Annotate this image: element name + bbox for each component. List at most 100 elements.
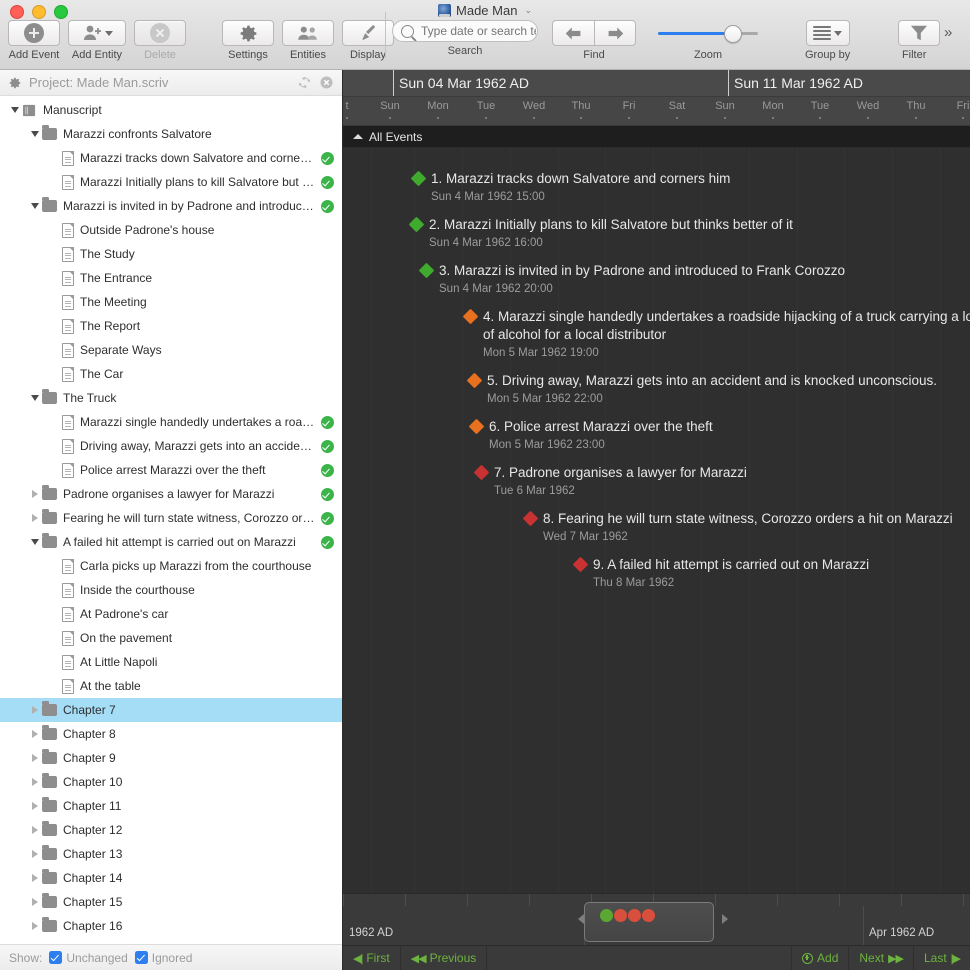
scrubber-right-arrow-icon[interactable] [722,914,728,924]
disclosure-triangle-icon[interactable] [28,203,42,209]
gear-icon[interactable] [8,76,22,90]
search-field[interactable] [392,20,538,42]
timeline-event[interactable]: 1. Marazzi tracks down Salvatore and cor… [410,170,730,205]
last-button[interactable]: Last |▶ [912,945,970,970]
tree-row[interactable]: Chapter 8 [0,722,342,746]
disclosure-triangle-icon[interactable] [28,850,42,858]
project-tree[interactable]: Manuscript Marazzi confronts Salvatore Mar… [0,96,342,946]
title-chevron-down-icon[interactable]: ⌄ [524,5,532,16]
event-diamond-icon[interactable] [466,372,483,389]
timeline-scrubber[interactable]: 1962 AD Mar 1962 AD Apr 1962 AD [343,893,970,945]
tree-row[interactable]: Chapter 10 [0,770,342,794]
tree-row[interactable]: The Entrance [0,266,342,290]
chevron-down-icon[interactable] [834,30,843,36]
timeline-event[interactable]: 8. Fearing he will turn state witness, C… [522,510,953,545]
disclosure-triangle-icon[interactable] [28,778,42,786]
disclosure-triangle-icon[interactable] [28,706,42,714]
timeline-canvas[interactable]: 1. Marazzi tracks down Salvatore and cor… [343,148,970,893]
tree-row[interactable]: Chapter 16 [0,914,342,938]
tree-row[interactable]: Padrone organises a lawyer for Marazzi [0,482,342,506]
show-unchanged-checkbox[interactable]: Unchanged [49,951,128,965]
disclosure-triangle-icon[interactable] [28,730,42,738]
tree-row[interactable]: The Meeting [0,290,342,314]
group-by-button[interactable] [805,20,850,46]
timeline-event[interactable]: 9. A failed hit attempt is carried out o… [572,556,869,591]
disclosure-triangle-icon[interactable] [28,395,42,401]
event-diamond-icon[interactable] [462,308,479,325]
timeline-week-ruler[interactable]: Sun 04 Mar 1962 AD Sun 11 Mar 1962 AD [343,70,970,97]
find-next-button[interactable] [594,20,636,46]
tree-row[interactable]: Marazzi Initially plans to kill Salvator… [0,170,342,194]
disclosure-triangle-icon[interactable] [28,826,42,834]
close-circle-icon[interactable] [319,75,334,90]
add-button[interactable]: Add [791,945,848,970]
filter-button[interactable] [898,20,940,46]
tree-row[interactable]: Chapter 11 [0,794,342,818]
tree-row[interactable]: Separate Ways [0,338,342,362]
timeline-event[interactable]: 3. Marazzi is invited in by Padrone and … [418,262,845,297]
zoom-slider-knob[interactable] [724,25,742,43]
disclosure-triangle-icon[interactable] [28,922,42,930]
tree-row[interactable]: Chapter 15 [0,890,342,914]
timeline-event[interactable]: 6. Police arrest Marazzi over the theft M… [468,418,713,453]
settings-button[interactable]: Settings [222,20,274,61]
tree-row[interactable]: On the pavement [0,626,342,650]
tree-row[interactable]: Marazzi single handedly undertakes a roa… [0,410,342,434]
tree-row[interactable]: Inside the courthouse [0,578,342,602]
event-diamond-icon[interactable] [408,216,425,233]
disclosure-triangle-icon[interactable] [8,107,22,113]
tree-row[interactable]: The Report [0,314,342,338]
sync-icon[interactable] [297,75,312,90]
tree-row[interactable]: Outside Padrone's house [0,218,342,242]
event-diamond-icon[interactable] [410,170,427,187]
tree-row[interactable]: Police arrest Marazzi over the theft [0,458,342,482]
collapse-caret-icon[interactable] [353,134,363,139]
checkbox-icon[interactable] [134,951,148,964]
timeline-event[interactable]: 5. Driving away, Marazzi gets into an ac… [466,372,937,407]
checkbox-icon[interactable] [49,951,63,964]
disclosure-triangle-icon[interactable] [28,802,42,810]
tree-row[interactable]: At Little Napoli [0,650,342,674]
disclosure-triangle-icon[interactable] [28,539,42,545]
all-events-group-header[interactable]: All Events [343,126,970,148]
next-button[interactable]: Next ▶▶ [848,945,913,970]
tree-row[interactable]: A failed hit attempt is carried out on M… [0,530,342,554]
tree-row[interactable]: Marazzi tracks down Salvatore and corner… [0,146,342,170]
toolbar-overflow-button[interactable]: » [944,20,952,46]
search-input[interactable] [419,23,537,39]
add-event-button[interactable]: Add Event [8,20,60,61]
tree-row[interactable]: Marazzi is invited in by Padrone and int… [0,194,342,218]
timeline-event[interactable]: 4. Marazzi single handedly undertakes a … [462,308,970,361]
first-button[interactable]: ◀| First [343,945,401,970]
tree-row[interactable]: Chapter 14 [0,866,342,890]
tree-row[interactable]: At the table [0,674,342,698]
timeline-event[interactable]: 2. Marazzi Initially plans to kill Salva… [408,216,793,251]
tree-row[interactable]: Chapter 13 [0,842,342,866]
disclosure-triangle-icon[interactable] [28,898,42,906]
tree-row[interactable]: At Padrone's car [0,602,342,626]
disclosure-triangle-icon[interactable] [28,514,42,522]
tree-row[interactable]: The Study [0,242,342,266]
tree-row[interactable]: The Car [0,362,342,386]
disclosure-triangle-icon[interactable] [28,131,42,137]
chevron-down-icon[interactable] [104,30,113,36]
event-diamond-icon[interactable] [468,418,485,435]
delete-button[interactable]: Delete [134,20,186,61]
zoom-slider[interactable] [658,20,758,46]
event-diamond-icon[interactable] [473,464,490,481]
scrubber-thumb[interactable] [584,902,714,942]
tree-row[interactable]: Marazzi confronts Salvatore [0,122,342,146]
tree-row[interactable]: The Truck [0,386,342,410]
tree-row[interactable]: Manuscript [0,98,342,122]
timeline-day-ruler[interactable]: t Sun Mon Tue Wed Thu Fri Sat Sun Mon Tue Wed Thu Fri [343,97,970,126]
entities-button[interactable]: Entities [282,20,334,61]
tree-row[interactable]: Carla picks up Marazzi from the courthou… [0,554,342,578]
timeline-event[interactable]: 7. Padrone organises a lawyer for Marazz… [473,464,747,499]
disclosure-triangle-icon[interactable] [28,490,42,498]
tree-row[interactable]: Chapter 12 [0,818,342,842]
event-diamond-icon[interactable] [522,510,539,527]
tree-row[interactable]: Chapter 7 [0,698,342,722]
find-previous-button[interactable] [552,20,594,46]
tree-row[interactable]: Fearing he will turn state witness, Coro… [0,506,342,530]
tree-row[interactable]: Chapter 9 [0,746,342,770]
